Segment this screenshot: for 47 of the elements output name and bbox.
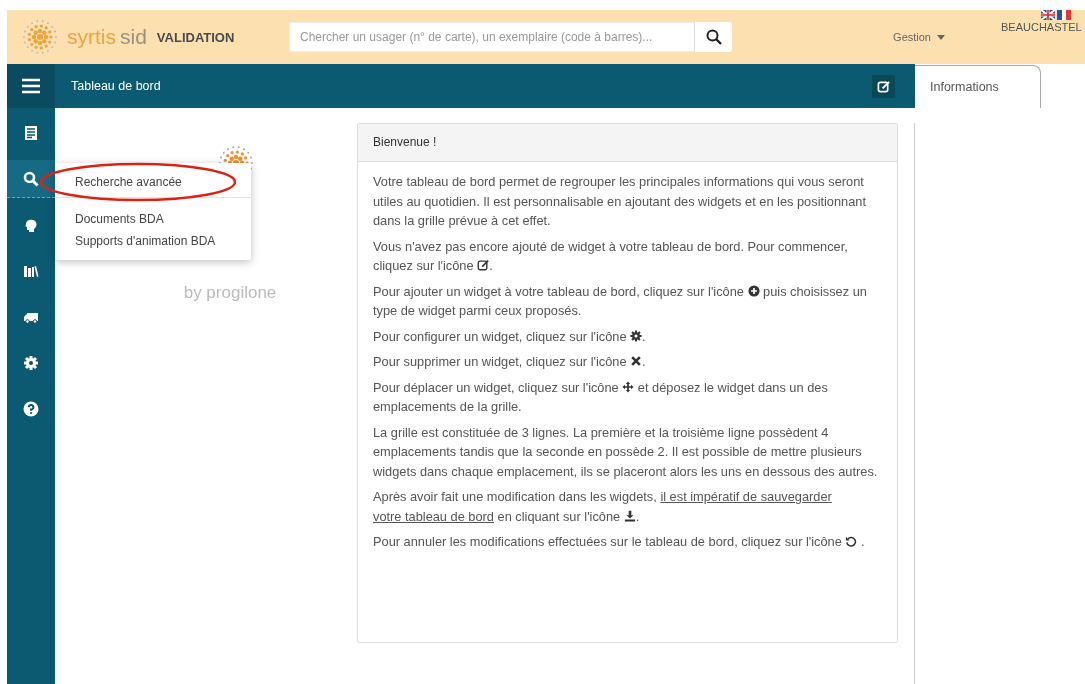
settings-icon <box>23 355 39 371</box>
paragraph: Vous n'avez pas encore ajouté de widget à votre tableau de bord. Pour commencer, cliquez sur l'icône . <box>373 237 849 275</box>
save-link[interactable]: votre tableau de bord <box>373 508 494 524</box>
menu-item[interactable]: Supports d'animation BDA <box>55 230 251 252</box>
download-icon <box>623 509 636 522</box>
page-title: Tableau de bord <box>70 79 162 93</box>
menu-item[interactable]: Documents BDA <box>55 208 251 230</box>
logo-tagline: by progilone <box>183 283 277 303</box>
save-link[interactable]: il est impératif de sauvegarder <box>660 489 832 504</box>
information-tab[interactable]: Informations <box>915 65 1041 108</box>
edit-button[interactable] <box>872 74 895 98</box>
french-flag-icon[interactable] <box>1057 10 1071 20</box>
search-icon <box>705 29 722 45</box>
environment-label: VALIDATION <box>156 29 235 45</box>
user-name[interactable]: BEAUCHASTEL <box>1001 21 1082 33</box>
head-icon <box>23 217 39 233</box>
search-icon <box>23 170 39 187</box>
management-menu[interactable]: Gestion <box>893 31 945 43</box>
menu-item[interactable]: Recherche avancée <box>55 171 251 193</box>
menu-button[interactable] <box>7 64 55 108</box>
settings-icon <box>630 329 643 342</box>
books-icon <box>23 263 39 279</box>
edit-icon <box>877 79 890 93</box>
english-flag-icon[interactable] <box>1041 10 1055 20</box>
paragraph: Pour ajouter un widget à votre tableau de bord, cliquez sur l'icône puis choisissez un type de widget parmi ceux proposés. <box>373 282 868 320</box>
card-title: Bienvenue ! <box>358 124 897 162</box>
menu-icon <box>21 78 41 94</box>
paragraph: Pour déplacer un widget, cliquez sur l'icône et déposez le widget dans un des emplacements de la grille. <box>373 378 829 416</box>
close-icon <box>630 355 643 367</box>
caret-icon <box>937 34 945 40</box>
move-icon <box>622 380 635 393</box>
search-field[interactable]: Chercher un usager (n° de carte), un exemplaire (code à barres)... <box>289 22 694 52</box>
paragraph: Pour annuler les modifications effectuées sur le tableau de bord, cliquez sur l'icône . <box>373 533 866 551</box>
paragraph: Pour supprimer un widget, cliquez sur l'icône . <box>373 353 647 371</box>
document-list-icon <box>23 125 39 141</box>
paragraph: Votre tableau de bord permet de regrouper les principales informations qui vous seront utiles au quotidien. Il est personnalisable en ajoutant des widgets et en les positionnant dans la grille prévue à cet effet. <box>373 173 867 230</box>
help-icon <box>23 401 39 417</box>
paragraph: La grille est constituée de 3 lignes. La première et la troisième ligne possèdent 4 emplacements tandis que la seconde en possède 2. Il est possible de mettre plusieurs widgets dans chaque emplacement, ils se placeront alors les uns en dessous des autres. <box>373 423 879 481</box>
plus-circle-icon <box>747 284 760 297</box>
edit-icon <box>477 259 490 271</box>
brand-suffix: sid <box>120 25 147 49</box>
sidebar-item[interactable] <box>7 160 55 198</box>
paragraph: Après avoir fait une modification dans les wigdets, il est impératif de sauvegarder votre tableau de bord en cliquant sur l'icône . <box>373 488 833 526</box>
undo-icon <box>845 535 858 547</box>
brand-name: syrtis <box>67 25 116 49</box>
paragraph: Pour configurer un widget, cliquez sur l'icône . <box>373 327 647 346</box>
search-button[interactable] <box>694 22 732 52</box>
